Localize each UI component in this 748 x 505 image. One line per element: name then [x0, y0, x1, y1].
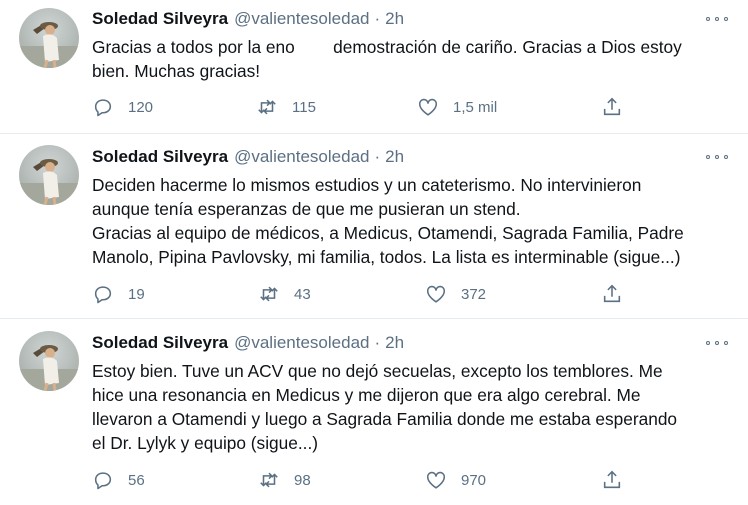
- tweet-text: Deciden hacerme lo mismos estudios y un …: [92, 175, 684, 267]
- retweet-icon: [260, 286, 278, 302]
- retweet-icon: [260, 472, 278, 488]
- separator-dot: ·: [374, 147, 381, 166]
- author-handle[interactable]: @valientesoledad: [234, 332, 369, 354]
- tweet[interactable]: Soledad Silveyra @valientesoledad · 2h D…: [0, 134, 748, 319]
- reply-count: 56: [128, 471, 145, 489]
- like-icon: [418, 98, 438, 116]
- tweet[interactable]: Soledad Silveyra @valientesoledad · 2h G…: [0, 0, 748, 134]
- like-count: 1,5 mil: [453, 98, 498, 116]
- share-icon: [603, 470, 621, 489]
- reply-icon: [94, 286, 112, 304]
- more-icon[interactable]: [706, 12, 728, 26]
- retweet-icon: [258, 99, 276, 115]
- author-handle[interactable]: @valientesoledad: [234, 146, 369, 168]
- timestamp[interactable]: 2h: [385, 332, 404, 354]
- author-name[interactable]: Soledad Silveyra: [92, 332, 228, 354]
- separator-dot: ·: [374, 333, 381, 352]
- reply-button[interactable]: 19: [92, 282, 145, 306]
- like-count: 970: [461, 471, 487, 489]
- tweet-text: Estoy bien. Tuve un ACV que no dejó secu…: [92, 361, 678, 453]
- retweet-count: 115: [292, 98, 316, 116]
- like-icon: [426, 285, 446, 303]
- separator-dot: ·: [374, 9, 381, 28]
- like-count: 372: [461, 285, 487, 303]
- retweet-button[interactable]: 98: [258, 468, 311, 492]
- retweet-button[interactable]: 115: [256, 95, 316, 119]
- retweet-button[interactable]: 43: [258, 282, 311, 306]
- tweet-feed: Soledad Silveyra @valientesoledad · 2h G…: [0, 0, 748, 505]
- tweet-actions: 56 98 970: [92, 468, 632, 492]
- reply-count: 19: [128, 285, 145, 303]
- retweet-count: 98: [294, 471, 311, 489]
- more-icon[interactable]: [706, 336, 728, 350]
- author-name[interactable]: Soledad Silveyra: [92, 146, 228, 168]
- reply-count: 120: [128, 98, 154, 116]
- tweet[interactable]: Soledad Silveyra @valientesoledad · 2h E…: [0, 319, 748, 505]
- tweet-text: Gracias a todos por la eno demostración …: [92, 37, 682, 81]
- share-button[interactable]: [601, 468, 623, 492]
- avatar[interactable]: [19, 8, 79, 68]
- tweet-actions: 120 115 1,5 mil: [92, 95, 632, 119]
- author-handle[interactable]: @valientesoledad: [234, 8, 369, 30]
- share-icon: [603, 284, 621, 303]
- reply-button[interactable]: 56: [92, 468, 145, 492]
- avatar[interactable]: [19, 331, 79, 391]
- like-icon: [426, 471, 446, 489]
- timestamp[interactable]: 2h: [385, 8, 404, 30]
- tweet-actions: 19 43 372: [92, 282, 632, 306]
- like-button[interactable]: 372: [425, 282, 486, 306]
- reply-icon: [94, 472, 112, 490]
- retweet-count: 43: [294, 285, 311, 303]
- like-button[interactable]: 1,5 mil: [417, 95, 497, 119]
- share-icon: [603, 97, 621, 116]
- reply-button[interactable]: 120: [92, 95, 153, 119]
- reply-icon: [94, 99, 112, 117]
- timestamp[interactable]: 2h: [385, 146, 404, 168]
- share-button[interactable]: [601, 282, 623, 306]
- share-button[interactable]: [601, 95, 623, 119]
- avatar[interactable]: [19, 145, 79, 205]
- like-button[interactable]: 970: [425, 468, 486, 492]
- author-name[interactable]: Soledad Silveyra: [92, 8, 228, 30]
- more-icon[interactable]: [706, 150, 728, 164]
